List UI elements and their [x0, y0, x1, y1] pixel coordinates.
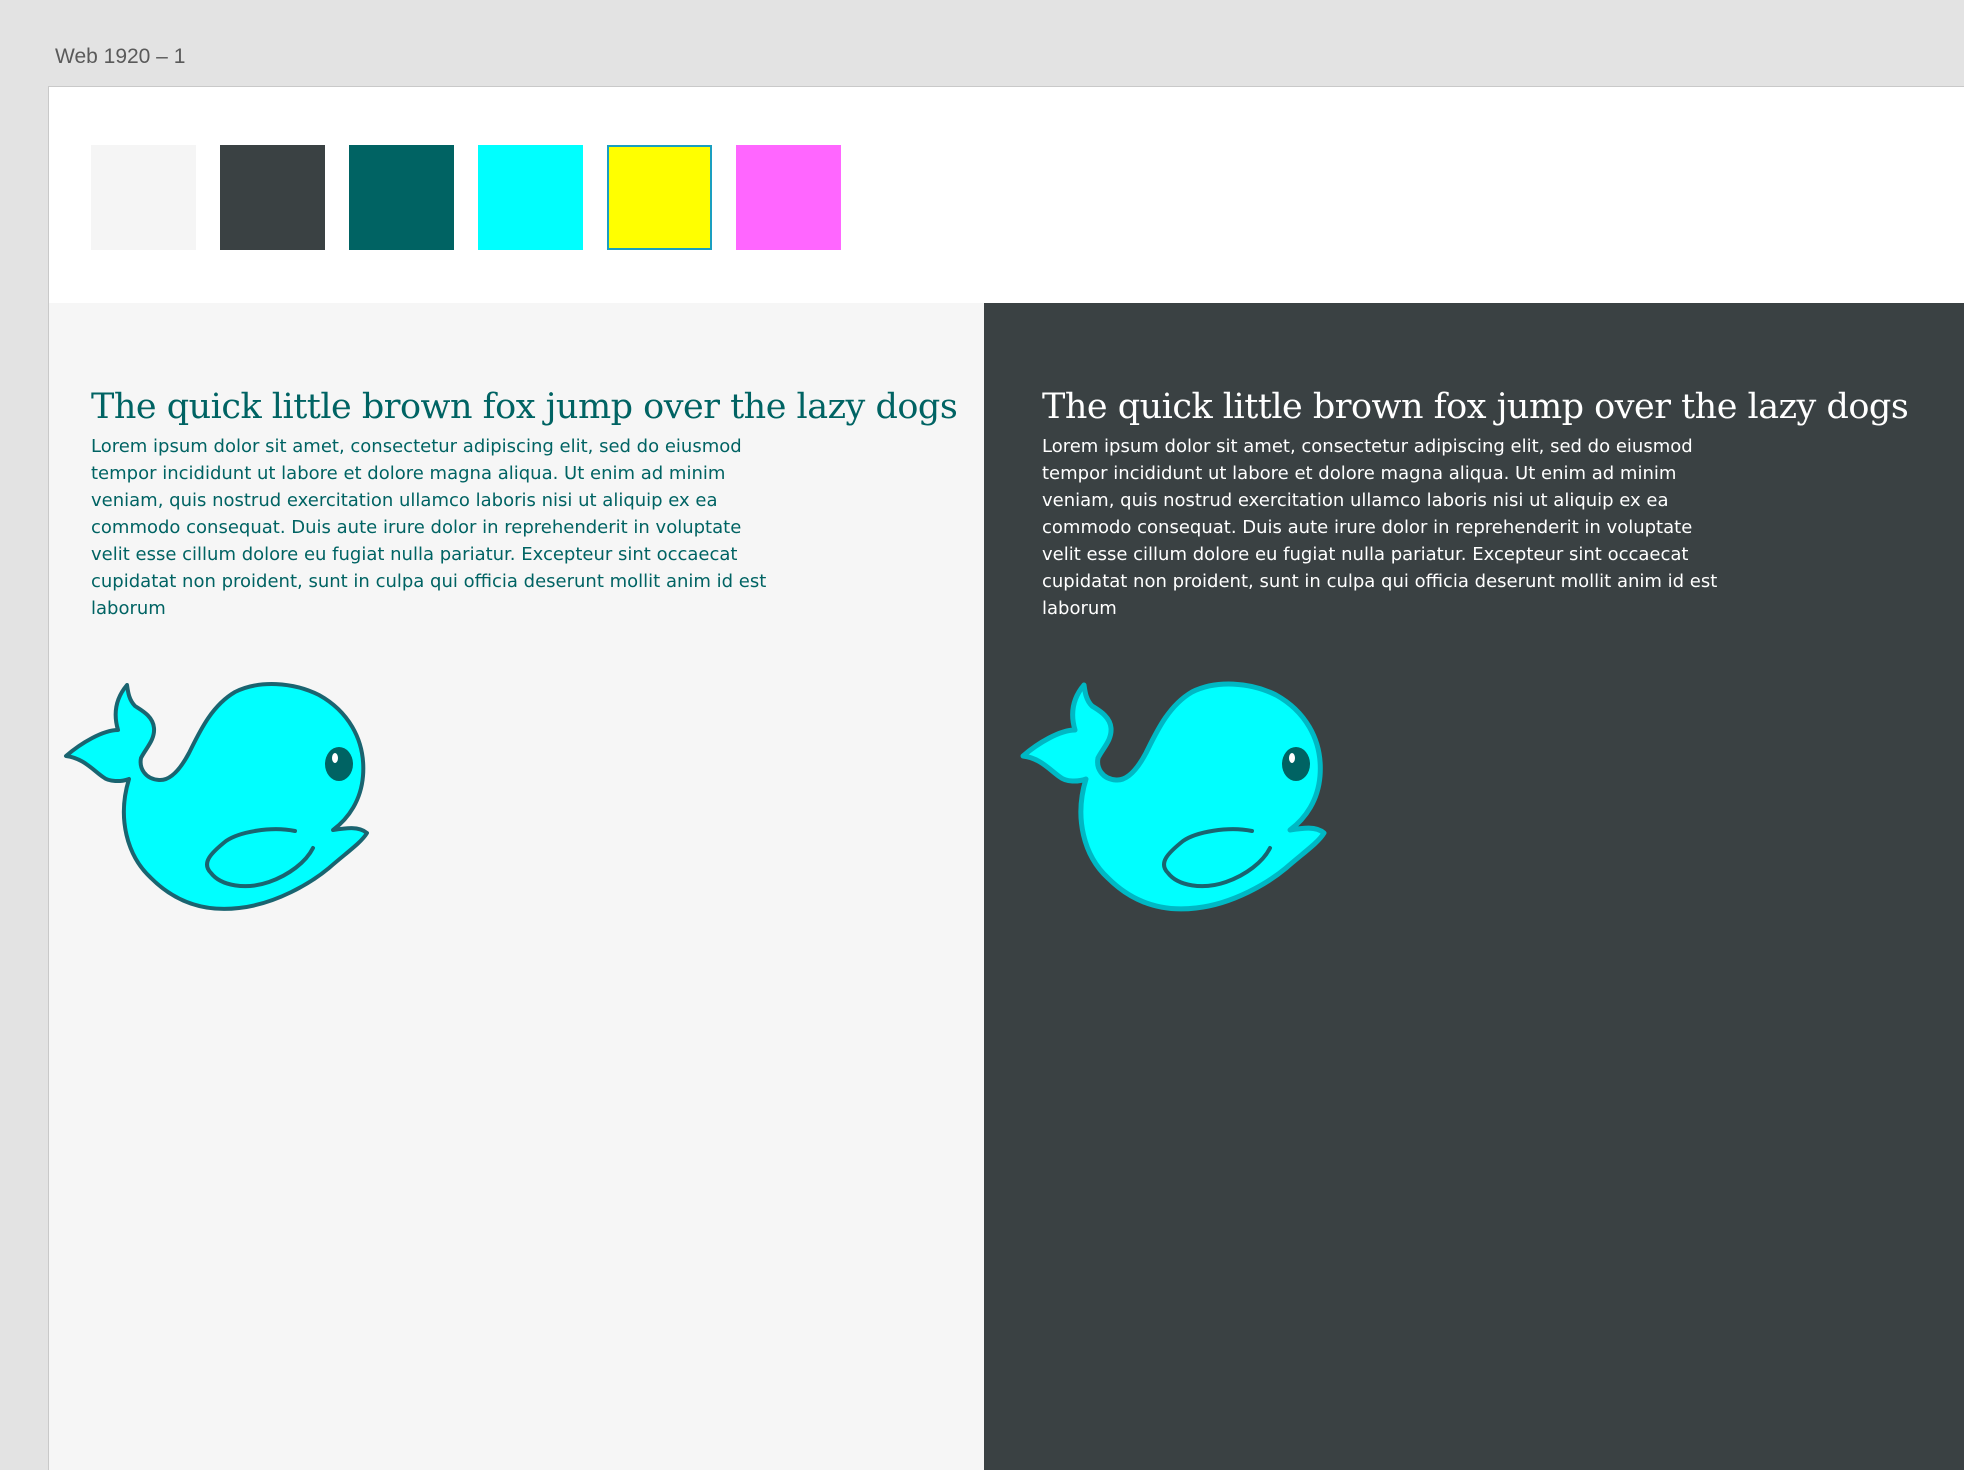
dark-theme-panel: The quick little brown fox jump over the…: [984, 303, 1964, 1470]
whale-icon: [64, 682, 369, 911]
light-heading: The quick little brown fox jump over the…: [91, 387, 958, 427]
color-palette: [91, 145, 841, 250]
swatch-cyan[interactable]: [478, 145, 583, 250]
swatch-light-gray[interactable]: [91, 145, 196, 250]
light-body-text: Lorem ipsum dolor sit amet, consectetur …: [91, 436, 767, 619]
light-theme-panel: The quick little brown fox jump over the…: [49, 303, 984, 1470]
artboard[interactable]: The quick little brown fox jump over the…: [48, 86, 1964, 1470]
swatch-magenta[interactable]: [736, 145, 841, 250]
swatch-teal[interactable]: [349, 145, 454, 250]
dark-heading: The quick little brown fox jump over the…: [1042, 387, 1909, 427]
swatch-yellow[interactable]: [607, 145, 712, 250]
swatch-charcoal[interactable]: [220, 145, 325, 250]
dark-body-text: Lorem ipsum dolor sit amet, consectetur …: [1042, 436, 1718, 619]
artboard-title[interactable]: Web 1920 – 1: [55, 45, 185, 69]
whale-icon: [1020, 681, 1327, 912]
